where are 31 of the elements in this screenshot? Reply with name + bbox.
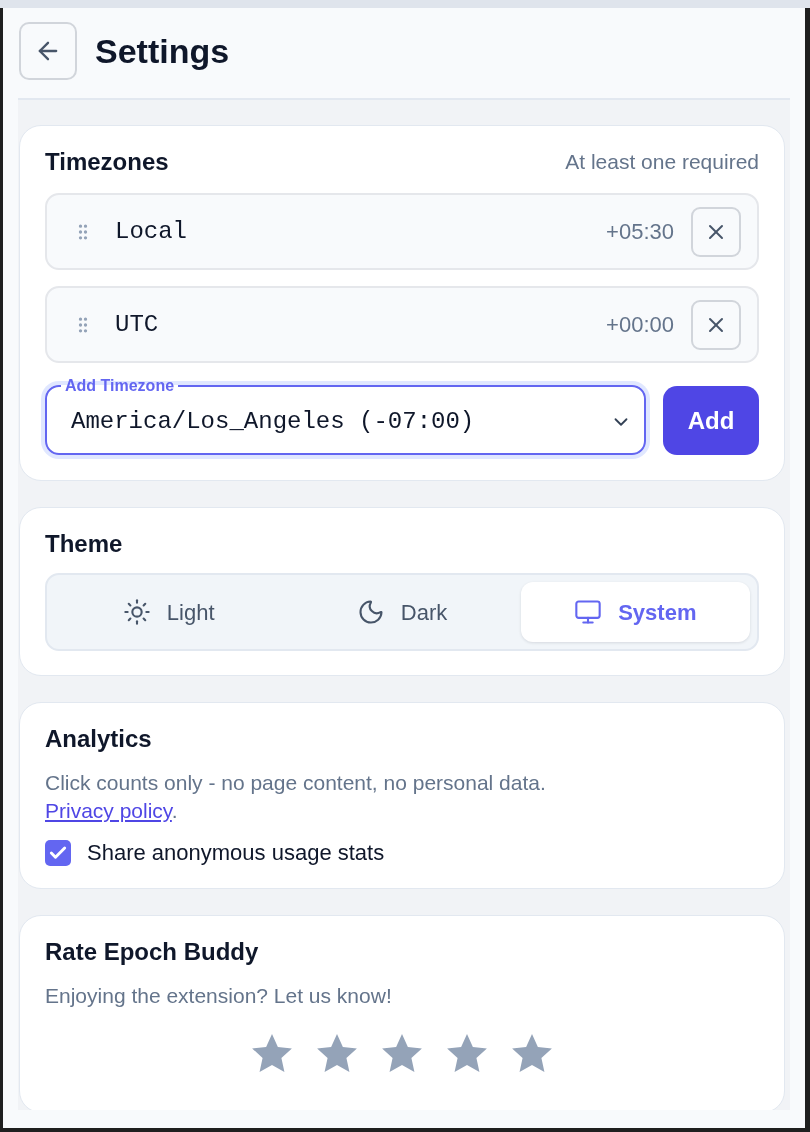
section-title: Theme	[45, 530, 124, 558]
star-icon[interactable]	[512, 1034, 552, 1072]
privacy-policy-link[interactable]: Privacy policy	[45, 799, 172, 822]
theme-option[interactable]: System	[520, 582, 750, 642]
page-title: Settings	[95, 34, 230, 68]
hint-text: At least one required	[565, 149, 759, 175]
field-label: Add Timezone	[64, 377, 176, 395]
star-icon[interactable]	[317, 1034, 357, 1072]
timezone-name: Local	[115, 216, 187, 247]
timezone-offset: +05:30	[606, 218, 674, 246]
section-title: Analytics	[45, 725, 153, 753]
checkbox[interactable]	[45, 840, 71, 866]
theme-option[interactable]: Dark	[287, 582, 517, 642]
monitor-icon	[574, 598, 603, 626]
analytics-description: Click counts only - no page content, no personal data. Privacy policy.	[45, 770, 547, 824]
star-icon[interactable]	[252, 1034, 292, 1072]
sun-icon	[122, 598, 151, 626]
checkbox-label: Share anonymous usage stats	[87, 840, 385, 866]
remove-button[interactable]	[691, 299, 741, 350]
star-icon[interactable]	[382, 1034, 422, 1072]
section-title: Rate Epoch Buddy	[45, 938, 260, 966]
star-icon[interactable]	[447, 1034, 487, 1072]
remove-button[interactable]	[691, 206, 741, 257]
back-button[interactable]	[19, 22, 77, 80]
theme-option[interactable]: Light	[54, 582, 284, 642]
timezone-offset: +00:00	[606, 311, 674, 339]
rating-subtitle: Enjoying the extension? Let us know!	[45, 983, 393, 1009]
timezone-name: UTC	[115, 309, 159, 340]
add-button[interactable]: Add	[663, 386, 759, 455]
section-title: Timezones	[45, 148, 169, 176]
moon-icon	[356, 598, 385, 626]
